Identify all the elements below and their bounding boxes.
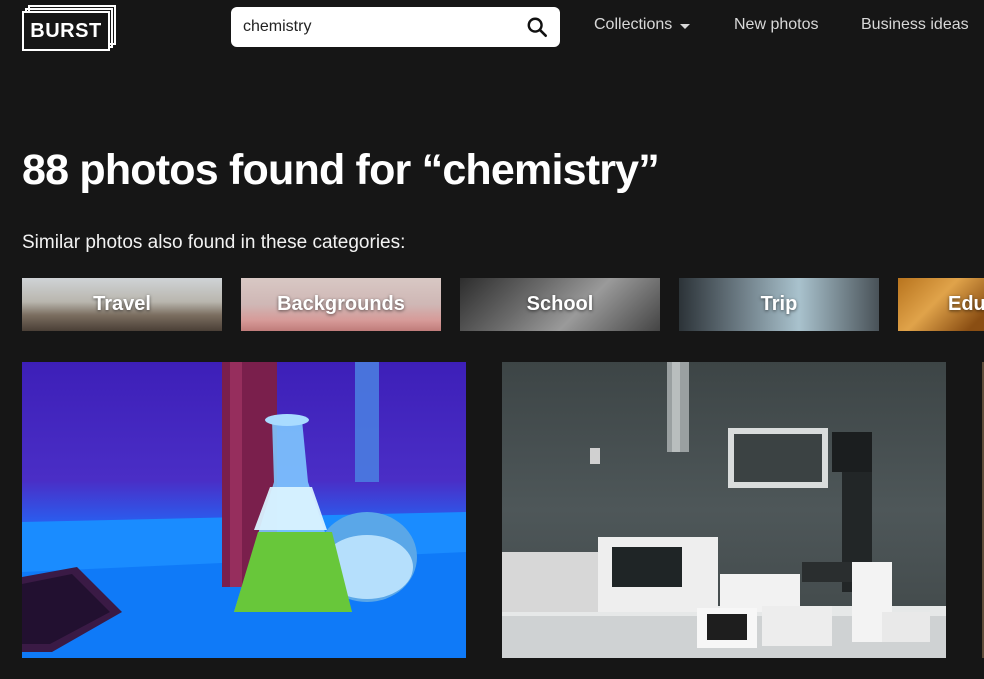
logo-frame-front: BURST [22, 11, 110, 51]
category-trip[interactable]: Trip [679, 278, 879, 331]
page-title: 88 photos found for “chemistry” [22, 146, 660, 194]
category-backgrounds[interactable]: Backgrounds [241, 278, 441, 331]
category-label: Backgrounds [277, 293, 405, 315]
nav-new-photos[interactable]: New photos [734, 16, 819, 34]
nav-collections[interactable]: Collections [594, 16, 691, 34]
categories-subtitle: Similar photos also found in these categ… [22, 232, 406, 253]
category-label: Travel [93, 293, 151, 315]
burst-logo[interactable]: BURST [22, 5, 116, 51]
chevron-down-icon [680, 23, 691, 29]
photo-lab-microscope[interactable] [502, 362, 946, 658]
category-travel[interactable]: Travel [22, 278, 222, 331]
category-label: School [526, 293, 594, 315]
category-education[interactable]: Edu [898, 278, 984, 331]
search-icon[interactable] [526, 16, 548, 38]
nav-collections-label: Collections [594, 16, 673, 33]
search-bar [231, 7, 560, 47]
flasks-illustration [22, 362, 466, 658]
category-school[interactable]: School [460, 278, 660, 331]
logo-text: BURST [30, 19, 102, 42]
lab-illustration [502, 362, 946, 658]
category-label: Trip [760, 293, 798, 315]
search-input[interactable] [243, 7, 513, 47]
category-label: Edu [948, 293, 984, 315]
nav-business-ideas[interactable]: Business ideas [861, 16, 969, 34]
photo-chemistry-flasks[interactable] [22, 362, 466, 658]
